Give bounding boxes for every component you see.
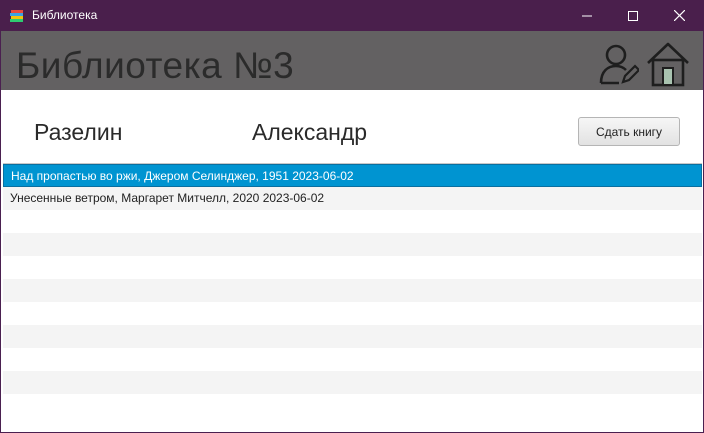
- close-icon: [673, 10, 685, 21]
- reader-last-name: Разелин: [34, 119, 123, 145]
- home-button[interactable]: [646, 41, 690, 87]
- maximize-button[interactable]: [610, 0, 656, 31]
- minimize-icon: [582, 15, 592, 16]
- book-list-item[interactable]: Над пропастью во ржи, Джером Селинджер, …: [3, 164, 702, 187]
- header-bar: Библиотека №3: [1, 31, 703, 90]
- empty-list-row: [3, 256, 702, 279]
- empty-list-row: [3, 371, 702, 394]
- empty-list-row: [3, 302, 702, 325]
- window-title: Библиотека: [32, 8, 98, 22]
- empty-list-row: [3, 233, 702, 256]
- empty-list-row: [3, 279, 702, 302]
- main-content: Библиотека №3 Разелин Александр Сдать кн…: [1, 31, 703, 432]
- empty-list-row: [3, 394, 702, 417]
- borrowed-books-list[interactable]: Над пропастью во ржи, Джером Селинджер, …: [3, 163, 702, 431]
- empty-list-row: [3, 210, 702, 233]
- user-edit-icon: [599, 44, 641, 85]
- return-book-button[interactable]: Сдать книгу: [578, 117, 680, 146]
- books-app-icon: [9, 8, 25, 24]
- empty-list-row: [3, 348, 702, 371]
- empty-list-row: [3, 325, 702, 348]
- home-icon: [647, 42, 689, 87]
- title-bar[interactable]: Библиотека: [0, 0, 704, 31]
- minimize-button[interactable]: [564, 0, 610, 31]
- close-button[interactable]: [656, 0, 702, 31]
- app-window: Библиотека Библиотека №3 Разелин Алексан…: [0, 0, 704, 433]
- book-list-item[interactable]: Унесенные ветром, Маргарет Митчелл, 2020…: [3, 187, 702, 210]
- reader-first-name: Александр: [252, 119, 368, 145]
- maximize-icon: [628, 10, 638, 21]
- user-edit-button[interactable]: [599, 43, 641, 85]
- page-title: Библиотека №3: [16, 45, 295, 86]
